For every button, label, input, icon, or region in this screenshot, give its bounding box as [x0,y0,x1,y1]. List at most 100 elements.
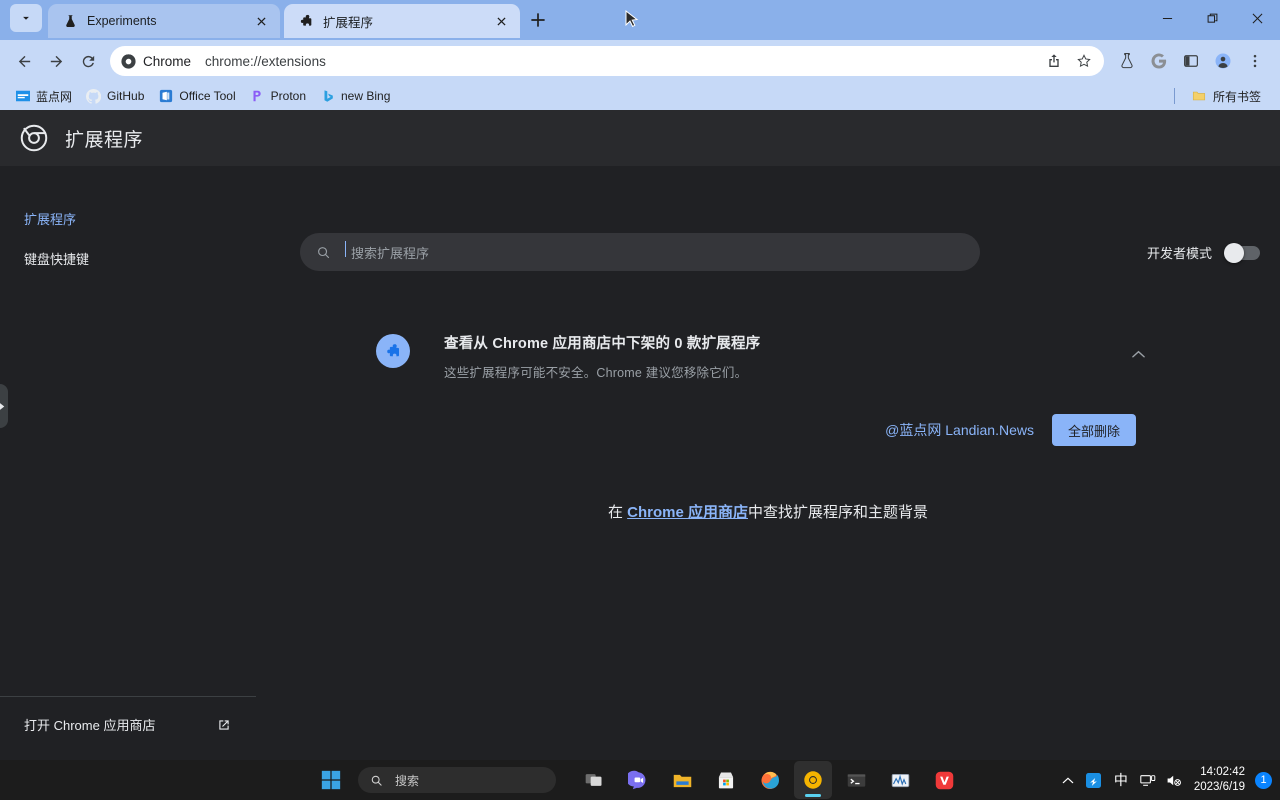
google-g-button[interactable] [1144,46,1174,76]
sidebar-item-extensions[interactable]: 扩展程序 [0,198,256,238]
notice-collapse-button[interactable] [1120,336,1156,372]
maximize-button[interactable] [1190,0,1235,36]
folder-icon [1192,89,1207,104]
clock[interactable]: 14:02:42 2023/6/19 [1194,765,1245,795]
taskbar-center-group: 搜索 [316,760,964,800]
microsoft-store-icon [718,772,734,789]
side-panel-icon [1184,55,1198,67]
microsoft-store-button[interactable] [706,760,746,800]
extensions-main-content: 查看从 Chrome 应用商店中下架的 0 款扩展程序 这些扩展程序可能不安全。… [256,166,1280,760]
minimize-button[interactable] [1145,0,1190,36]
notice-subtitle: 这些扩展程序可能不安全。Chrome 建议您移除它们。 [444,366,748,380]
profile-button[interactable] [1208,46,1238,76]
tray-overflow-button[interactable] [1056,765,1080,795]
github-icon [86,88,102,104]
bookmark-label: 蓝点网 [36,89,73,104]
ime-indicator[interactable]: 中 [1108,770,1134,790]
remove-all-button[interactable]: 全部删除 [1051,414,1136,446]
network-display-icon [1140,774,1156,786]
tab-experiments[interactable]: Experiments [48,4,280,38]
address-bar[interactable]: Chrome chrome://extensions [110,46,1104,76]
omnibox-url-text: chrome://extensions [205,53,326,69]
forward-button[interactable] [40,45,72,77]
close-button[interactable] [1235,0,1280,36]
onedrive-tray-button[interactable] [1082,765,1106,795]
open-chrome-web-store-link[interactable]: 打开 Chrome 应用商店 [0,696,256,752]
all-bookmarks-button[interactable]: 所有书签 [1185,85,1268,107]
clock-time: 14:02:42 [1200,766,1245,778]
task-manager-button[interactable] [880,760,920,800]
bookmarks-bar: 蓝点网 GitHub Office Tool Proton new Bing 所… [0,82,1280,110]
close-icon [256,16,266,26]
reload-button[interactable] [72,45,104,77]
puzzle-piece-icon [376,334,410,368]
omnibox-chip-label: Chrome [143,53,192,69]
chrome-menu-button[interactable] [1240,46,1270,76]
task-view-button[interactable] [574,760,614,800]
file-explorer-button[interactable] [662,760,702,800]
bookmark-button[interactable] [1070,47,1098,75]
volume-muted-button[interactable] [1162,765,1186,795]
chrome-canary-button[interactable] [794,761,832,799]
experiments-flask-button[interactable] [1112,46,1142,76]
chrome-web-store-link[interactable]: Chrome 应用商店 [627,504,748,521]
google-g-icon [1151,53,1167,69]
notice-text-block: 查看从 Chrome 应用商店中下架的 0 款扩展程序 这些扩展程序可能不安全。… [444,332,1120,381]
tab-title: Experiments [87,14,157,28]
tab-search-button[interactable] [10,4,42,32]
bookmark-label: Office Tool [179,89,236,103]
network-display-button[interactable] [1136,765,1160,795]
terminal-icon [847,773,865,787]
chat-icon [627,770,645,789]
back-button[interactable] [8,45,40,77]
terminal-button[interactable] [836,760,876,800]
firefox-button[interactable] [750,760,790,800]
tab-close-button[interactable] [490,10,512,32]
start-button[interactable] [316,765,346,795]
side-panel-button[interactable] [1176,46,1206,76]
tab-extensions[interactable]: 扩展程序 [284,4,520,38]
forward-arrow-icon [50,55,62,67]
tab-close-button[interactable] [250,10,272,32]
notice-title: 查看从 Chrome 应用商店中下架的 0 款扩展程序 [444,336,761,352]
system-tray: 中 14:02:42 2023/6/19 1 [1056,760,1272,800]
sidebar-item-keyboard-shortcuts[interactable]: 键盘快捷键 [0,238,256,278]
taskbar-search-placeholder: 搜索 [395,773,420,788]
open-web-store-label: 打开 Chrome 应用商店 [24,718,156,733]
profile-avatar-icon [1215,53,1231,69]
bookmark-label: new Bing [341,89,391,103]
divider [1173,88,1175,104]
vivaldi-button[interactable] [924,760,964,800]
notification-badge[interactable]: 1 [1255,771,1272,789]
bookmark-office-tool[interactable]: Office Tool [151,85,242,107]
close-icon [1252,13,1263,23]
sidebar-item-label: 扩展程序 [24,211,77,227]
bookmark-github[interactable]: GitHub [79,85,151,107]
new-tab-button[interactable] [524,6,552,34]
taskbar-search-box[interactable]: 搜索 [358,767,556,793]
omnibox-actions [1040,47,1098,75]
bookmark-label: Proton [270,89,306,103]
windows-taskbar: 搜索 中 14:02:42 2023/6/19 1 [0,760,1280,800]
window-controls [1145,0,1280,40]
landian-icon [15,89,30,104]
chevron-up-icon [1062,777,1074,783]
bookmark-landian[interactable]: 蓝点网 [8,85,79,107]
share-button[interactable] [1040,47,1068,75]
proton-icon [250,89,265,104]
task-view-icon [585,774,602,786]
plus-icon [531,13,545,27]
side-panel-expand-tab[interactable] [0,384,8,428]
restore-icon [1207,13,1218,23]
omnibox-chip[interactable]: Chrome [114,49,202,73]
minimize-icon [1162,17,1173,19]
bing-icon [320,89,335,104]
office-icon [158,89,173,104]
find-line-suffix: 中查找扩展程序和主题背景 [748,504,929,521]
all-bookmarks-label: 所有书签 [1212,89,1261,104]
experiments-flask-icon [1121,52,1133,69]
open-in-new-icon [219,719,229,730]
chat-button[interactable] [618,760,658,800]
bookmark-proton[interactable]: Proton [243,85,313,107]
bookmark-new-bing[interactable]: new Bing [313,85,397,107]
